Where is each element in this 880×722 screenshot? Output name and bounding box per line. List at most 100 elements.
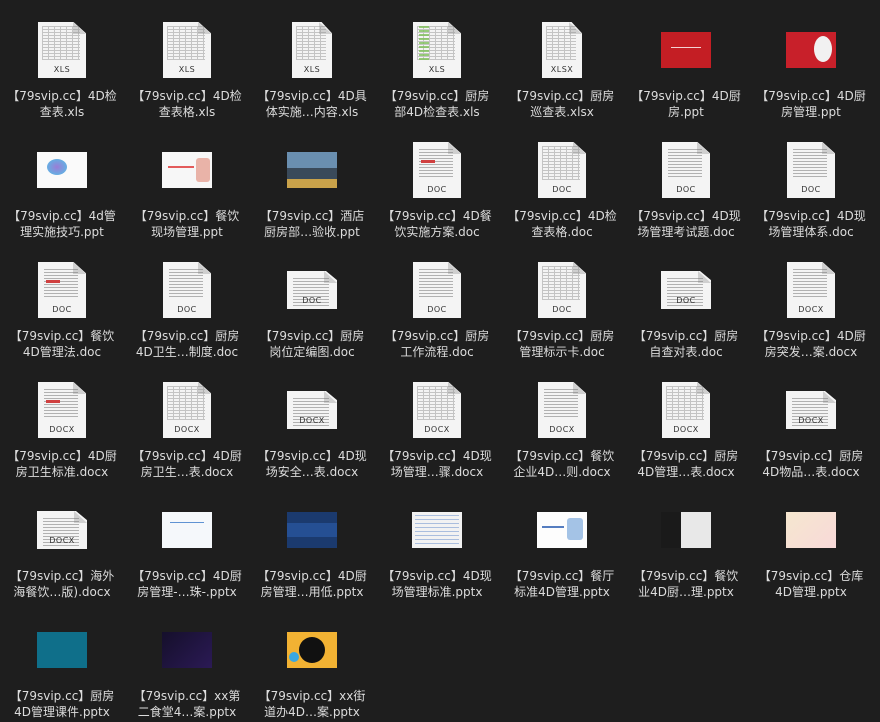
graphic-shape bbox=[289, 652, 299, 662]
file-item[interactable]: DOCX 【79svip.cc】海外 海餐饮…版).docx bbox=[0, 496, 124, 614]
file-name-line-2: 管理标示卡.doc bbox=[519, 345, 605, 359]
file-name-line-2: 场安全…表.docx bbox=[265, 465, 359, 479]
file-name-line-1: 【79svip.cc】餐饮 bbox=[633, 569, 739, 583]
file-item[interactable]: 【79svip.cc】厨房 4D管理课件.pptx bbox=[0, 616, 124, 722]
file-item[interactable]: 【79svip.cc】xx第 二食堂4…案.pptx bbox=[125, 616, 249, 722]
file-item[interactable]: DOC 【79svip.cc】厨房 岗位定编图.doc bbox=[250, 256, 374, 374]
file-item[interactable]: DOCX 【79svip.cc】4D厨 房突发…案.docx bbox=[749, 256, 873, 374]
file-item[interactable]: 【79svip.cc】餐厅 标准4D管理.pptx bbox=[500, 496, 624, 614]
text-preview bbox=[668, 149, 702, 179]
file-extension-label: DOC bbox=[676, 296, 696, 305]
file-item[interactable]: 【79svip.cc】餐饮 现场管理.ppt bbox=[125, 136, 249, 254]
file-item[interactable]: 【79svip.cc】4d管 理实施技巧.ppt bbox=[0, 136, 124, 254]
file-name-line-1: 【79svip.cc】4d管 bbox=[8, 209, 116, 223]
text-preview bbox=[544, 389, 578, 419]
thumbnail-area: DOC bbox=[250, 256, 374, 324]
file-item[interactable]: 【79svip.cc】餐饮 业4D厨…理.pptx bbox=[624, 496, 748, 614]
file-extension-label: DOCX bbox=[798, 305, 824, 314]
file-item[interactable]: DOCX 【79svip.cc】餐饮 企业4D…则.docx bbox=[500, 376, 624, 494]
file-name-line-2: 房.ppt bbox=[668, 105, 704, 119]
file-item[interactable]: XLSX 【79svip.cc】厨房 巡查表.xlsx bbox=[500, 16, 624, 134]
file-thumbnail: DOC bbox=[538, 262, 586, 318]
file-item[interactable]: 【79svip.cc】酒店 厨房部…验收.ppt bbox=[250, 136, 374, 254]
file-thumbnail bbox=[287, 152, 337, 188]
file-item[interactable]: 【79svip.cc】4D厨 房管理.ppt bbox=[749, 16, 873, 134]
text-preview bbox=[169, 269, 203, 299]
file-name-line-1: 【79svip.cc】厨房 bbox=[384, 89, 490, 103]
file-item[interactable]: DOCX 【79svip.cc】4D厨 房卫生标准.docx bbox=[0, 376, 124, 494]
file-name-line-2: 4D卫生…制度.doc bbox=[135, 345, 239, 359]
thumbnail-area: DOCX bbox=[500, 376, 624, 444]
thumbnail-area: XLS bbox=[125, 16, 249, 84]
file-item[interactable]: DOCX 【79svip.cc】4D现 场管理…骤.docx bbox=[375, 376, 499, 494]
file-extension-label: DOC bbox=[427, 305, 447, 314]
file-name-line-2: 场管理考试题.doc bbox=[637, 225, 735, 239]
file-item[interactable]: 【79svip.cc】4D厨 房.ppt bbox=[624, 16, 748, 134]
file-name-line-1: 【79svip.cc】餐厅 bbox=[509, 569, 615, 583]
file-item[interactable]: XLS 【79svip.cc】4D检 查表格.xls bbox=[125, 16, 249, 134]
file-name-line-1: 【79svip.cc】4D厨 bbox=[756, 329, 866, 343]
file-name: 【79svip.cc】4D厨 房管理.ppt bbox=[749, 88, 873, 120]
table-preview bbox=[42, 26, 80, 60]
text-preview bbox=[419, 269, 453, 299]
file-extension-label: DOCX bbox=[798, 416, 824, 425]
file-item[interactable]: DOC 【79svip.cc】4D餐 饮实施方案.doc bbox=[375, 136, 499, 254]
graphic-shape bbox=[567, 518, 583, 540]
file-name-line-2: 房管理-…珠-.pptx bbox=[137, 585, 237, 599]
file-item[interactable]: 【79svip.cc】仓库 4D管理.pptx bbox=[749, 496, 873, 614]
file-item[interactable]: DOC 【79svip.cc】4D现 场管理考试题.doc bbox=[624, 136, 748, 254]
file-item[interactable]: DOCX 【79svip.cc】4D现 场安全…表.docx bbox=[250, 376, 374, 494]
file-item[interactable]: DOCX 【79svip.cc】厨房 4D管理…表.docx bbox=[624, 376, 748, 494]
file-item[interactable]: 【79svip.cc】4D现 场管理标准.pptx bbox=[375, 496, 499, 614]
file-item[interactable]: DOC 【79svip.cc】厨房 管理标示卡.doc bbox=[500, 256, 624, 374]
file-name-line-1: 【79svip.cc】厨房 bbox=[134, 329, 240, 343]
table-preview bbox=[167, 386, 205, 420]
file-item[interactable]: DOC 【79svip.cc】厨房 自查对表.doc bbox=[624, 256, 748, 374]
file-name-line-2: 房管理…用低.pptx bbox=[260, 585, 364, 599]
file-item[interactable]: 【79svip.cc】xx街 道办4D…案.pptx bbox=[250, 616, 374, 722]
file-thumbnail: DOC bbox=[163, 262, 211, 318]
file-extension-label: XLS bbox=[303, 65, 321, 74]
file-item[interactable]: 【79svip.cc】4D厨 房管理…用低.pptx bbox=[250, 496, 374, 614]
file-name-line-2: 企业4D…则.docx bbox=[513, 465, 611, 479]
file-item[interactable]: DOC 【79svip.cc】4D检 查表格.doc bbox=[500, 136, 624, 254]
title-bar bbox=[168, 166, 194, 168]
file-name-line-1: 【79svip.cc】餐饮 bbox=[509, 449, 615, 463]
file-item[interactable]: XLS 【79svip.cc】4D检 查表.xls bbox=[0, 16, 124, 134]
file-thumbnail: DOCX bbox=[786, 391, 836, 429]
file-thumbnail bbox=[287, 632, 337, 668]
title-bar bbox=[671, 47, 701, 48]
table-preview bbox=[542, 146, 580, 180]
file-item[interactable]: DOCX 【79svip.cc】厨房 4D物品…表.docx bbox=[749, 376, 873, 494]
file-extension-label: DOC bbox=[52, 305, 72, 314]
file-name: 【79svip.cc】4D厨 房管理-…珠-.pptx bbox=[125, 568, 249, 600]
file-item[interactable]: DOC 【79svip.cc】厨房 工作流程.doc bbox=[375, 256, 499, 374]
file-item[interactable]: DOC 【79svip.cc】厨房 4D卫生…制度.doc bbox=[125, 256, 249, 374]
thumbnail-area bbox=[749, 16, 873, 84]
thumbnail-area bbox=[125, 496, 249, 564]
file-name-line-2: 部4D检查表.xls bbox=[394, 105, 480, 119]
file-item[interactable]: DOC 【79svip.cc】4D现 场管理体系.doc bbox=[749, 136, 873, 254]
file-thumbnail bbox=[162, 152, 212, 188]
file-item[interactable]: 【79svip.cc】4D厨 房管理-…珠-.pptx bbox=[125, 496, 249, 614]
file-name: 【79svip.cc】厨房 4D管理…表.docx bbox=[624, 448, 748, 480]
file-item[interactable]: XLS 【79svip.cc】4D具 体实施…内容.xls bbox=[250, 16, 374, 134]
file-name-line-1: 【79svip.cc】4D厨 bbox=[756, 89, 866, 103]
thumbnail-area bbox=[250, 136, 374, 204]
file-name-line-1: 【79svip.cc】餐饮 bbox=[134, 209, 240, 223]
thumbnail-area: DOC bbox=[375, 136, 499, 204]
file-thumbnail: XLS bbox=[163, 22, 211, 78]
file-item[interactable]: DOC 【79svip.cc】餐饮 4D管理法.doc bbox=[0, 256, 124, 374]
file-thumbnail: DOCX bbox=[538, 382, 586, 438]
file-name-line-2: 4D管理法.doc bbox=[22, 345, 102, 359]
file-item[interactable]: XLS 【79svip.cc】厨房 部4D检查表.xls bbox=[375, 16, 499, 134]
file-name-line-2: 自查对表.doc bbox=[649, 345, 723, 359]
file-thumbnail: DOC bbox=[38, 262, 86, 318]
file-item[interactable]: DOCX 【79svip.cc】4D厨 房卫生…表.docx bbox=[125, 376, 249, 494]
file-name-line-1: 【79svip.cc】4D厨 bbox=[257, 569, 367, 583]
file-name: 【79svip.cc】4D厨 房管理…用低.pptx bbox=[250, 568, 374, 600]
file-name-line-1: 【79svip.cc】4D检 bbox=[507, 209, 617, 223]
file-name-line-2: 查表格.doc bbox=[531, 225, 593, 239]
file-name-line-1: 【79svip.cc】4D现 bbox=[257, 449, 367, 463]
file-name-line-2: 场管理…骤.docx bbox=[390, 465, 484, 479]
